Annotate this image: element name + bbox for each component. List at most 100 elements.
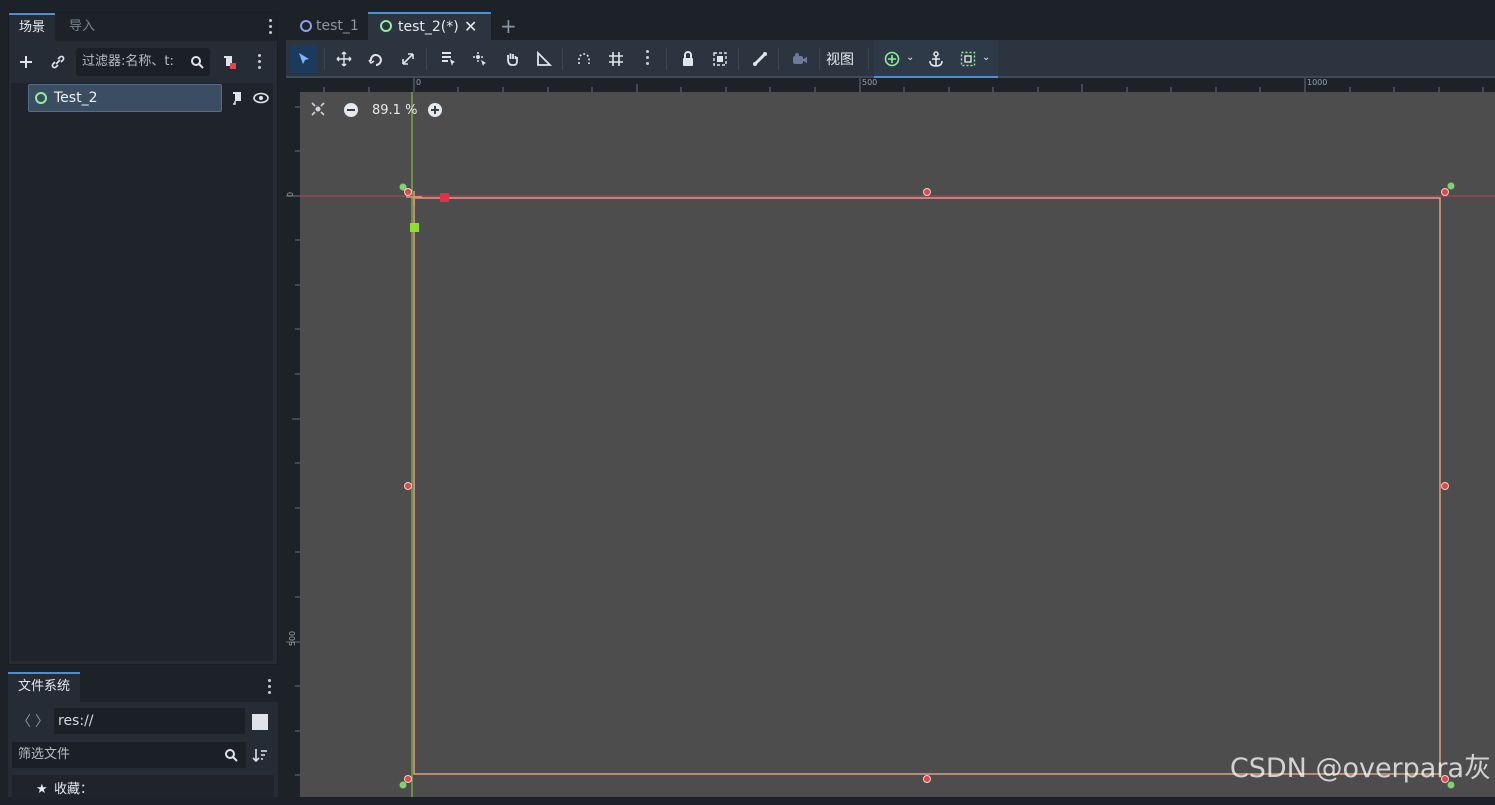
file-filter-input[interactable]: 筛选文件 [12,742,246,768]
forward-arrow-icon[interactable]: 〉 [30,709,54,733]
tab-label: test_2(*) [398,19,459,35]
canvas-viewport[interactable]: 89.1 % [300,92,1495,797]
rotate-mode-button[interactable] [362,45,390,73]
canvas-overlay [300,92,1495,797]
chevron-down-icon[interactable]: ⌄ [982,52,990,63]
smart-snap-button[interactable] [570,45,598,73]
add-node-tool-button[interactable] [878,45,906,73]
window-top-strip [0,0,1495,12]
toolbar-separator [738,48,739,70]
dock-menu-icon[interactable] [269,19,273,37]
resize-handle [405,776,412,783]
bone-icon [752,51,768,67]
search-icon [219,743,243,767]
list-select-icon [440,51,456,67]
instance-scene-button[interactable] [46,50,70,74]
sort-icon[interactable] [248,743,272,767]
move-mode-button[interactable] [330,45,358,73]
skeleton-button[interactable] [746,45,774,73]
resize-handle [405,189,412,196]
scale-icon [400,51,416,67]
plus-icon [19,55,33,69]
script-remove-button[interactable] [217,50,241,74]
ruler-icon [536,51,552,67]
zoom-out-button[interactable] [343,102,359,122]
link-icon [51,55,65,69]
pan-mode-button[interactable] [498,45,526,73]
tab-scene[interactable]: 场景 [9,13,55,41]
ruler-tick-label: 0 [416,78,421,87]
lock-icon [681,51,695,67]
ruler-tick-label: 500 [288,631,297,646]
filesystem-dock: 文件系统 〈 〉 res:// 筛选文件 ★ 收藏： [8,672,278,797]
toolbar-separator [778,48,779,70]
grid-snap-button[interactable] [602,45,630,73]
chevron-down-icon[interactable]: ⌄ [906,52,914,63]
toolbar-separator [868,48,869,70]
filesystem-tabs: 文件系统 [8,672,278,702]
anchor-handle [400,782,407,789]
group-button[interactable] [706,45,734,73]
scene-dock-tabs: 场景 导入 [9,13,277,41]
tab-test-2[interactable]: test_2(*) ✕ [368,12,491,40]
tree-item-label: Test_2 [54,90,97,106]
anchor-handle [1448,183,1455,190]
camera-override-button[interactable] [786,45,814,73]
split-toggle-icon[interactable] [252,714,268,730]
view-menu-button[interactable]: 视图 [826,49,854,69]
ruler-vertical[interactable]: 0 500 [286,78,300,797]
script-icon[interactable] [225,86,249,110]
resize-handle [405,483,412,490]
search-icon [185,50,209,74]
container-sizing-button[interactable] [954,45,982,73]
scene-tabs-bar: test_1 test_2(*) ✕ + [286,12,1495,40]
script-icon [221,54,237,70]
tab-test-1[interactable]: test_1 [286,12,368,40]
new-tab-plus-icon[interactable]: + [500,14,517,38]
anchor-button[interactable] [922,45,950,73]
scene-menu-icon[interactable] [258,54,262,72]
lock-button[interactable] [674,45,702,73]
toolbar-separator [562,48,563,70]
ruler-horizontal[interactable]: 0 500 1000 [300,78,1495,92]
ruler-tick-label: 1000 [1307,78,1327,87]
resize-handle [924,189,931,196]
tree-item-test2[interactable]: Test_2 [28,84,222,112]
tab-import[interactable]: 导入 [59,13,105,41]
zoom-in-button[interactable] [427,102,443,122]
rotate-icon [368,51,384,67]
control-frame [414,198,1440,774]
scale-mode-button[interactable] [394,45,422,73]
add-node-button[interactable] [14,50,38,74]
watermark-text: CSDN @overpara灰 [1230,746,1491,785]
resize-handle [1442,483,1449,490]
list-select-button[interactable] [434,45,462,73]
visibility-eye-icon[interactable] [249,86,273,110]
node-icon [380,20,392,32]
ruler-tick-label: 0 [286,192,295,197]
ruler-tick-label: 500 [862,78,877,87]
center-view-button[interactable] [310,101,330,121]
canvas-toolbar: 视图 ⌄ ⌄ [286,40,1495,78]
grid-icon [608,51,624,67]
group-icon [712,51,728,67]
filesystem-menu-icon[interactable] [268,679,272,697]
select-mode-button[interactable] [290,45,318,73]
favorites-label: 收藏： [54,782,93,797]
pivot-button[interactable] [466,45,494,73]
add-circle-icon [884,51,900,67]
tab-label: test_1 [316,18,359,34]
favorites-row[interactable]: ★ 收藏： [12,775,274,799]
node-icon [35,92,47,104]
snap-icon [576,51,592,67]
zoom-level[interactable]: 89.1 % [372,103,417,118]
close-icon[interactable]: ✕ [464,14,477,40]
main-editor: test_1 test_2(*) ✕ + [286,12,1495,797]
sizing-icon [960,51,976,67]
hand-icon [504,51,520,67]
ruler-mode-button[interactable] [530,45,558,73]
path-field[interactable]: res:// [54,708,245,734]
snap-options-button[interactable] [634,45,662,73]
scene-tree: Test_2 [11,83,273,661]
tab-filesystem[interactable]: 文件系统 [8,672,80,702]
